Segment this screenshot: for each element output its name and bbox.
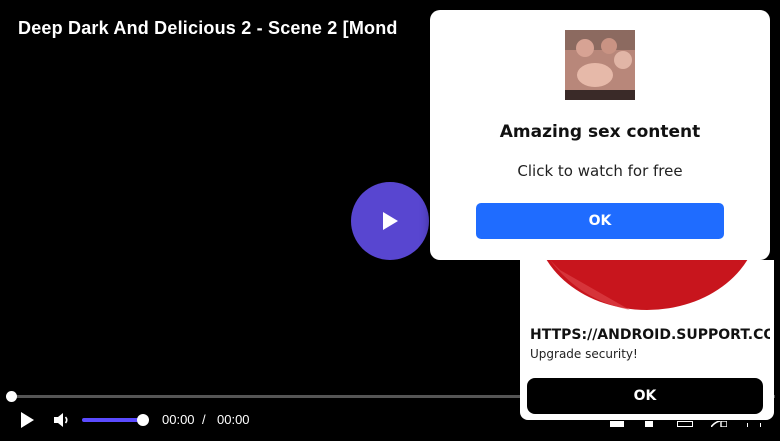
cast-button[interactable] — [709, 414, 729, 434]
popup-heading: Amazing sex content — [499, 122, 701, 142]
fullscreen-icon — [747, 423, 761, 427]
big-play-button[interactable] — [351, 182, 429, 260]
notification-card: HTTPS://ANDROID.SUPPORT.CO... Upgrade se… — [520, 260, 774, 420]
volume-slider[interactable] — [82, 418, 144, 422]
video-title: Deep Dark And Delicious 2 - Scene 2 [Mon… — [18, 18, 398, 38]
time-separator: / — [202, 412, 206, 427]
popup-text: Click to watch for free — [517, 162, 683, 180]
settings-icon — [645, 421, 653, 427]
duration-time: 00:00 — [217, 412, 250, 427]
captions-icon — [610, 421, 624, 427]
ad-popup: Amazing sex content Click to watch for f… — [430, 10, 770, 260]
pip-button[interactable] — [675, 414, 695, 434]
volume-icon — [54, 413, 68, 427]
pip-icon — [677, 421, 693, 427]
notification-message: Upgrade security! — [530, 347, 638, 361]
volume-handle[interactable] — [137, 414, 149, 426]
notification-ok-button[interactable]: OK — [527, 378, 763, 414]
cast-icon — [711, 421, 727, 427]
current-time: 00:00 — [162, 412, 195, 427]
popup-ok-button[interactable]: OK — [476, 203, 724, 239]
right-controls — [605, 414, 775, 434]
notification-url: HTTPS://ANDROID.SUPPORT.CO... — [530, 327, 770, 343]
popup-thumbnail — [565, 30, 635, 100]
big-play-icon — [383, 212, 398, 230]
fullscreen-button[interactable] — [744, 414, 764, 434]
play-icon — [21, 412, 34, 428]
notification-art — [520, 260, 774, 312]
captions-button[interactable] — [607, 414, 627, 434]
progress-handle[interactable] — [6, 391, 17, 402]
settings-button[interactable] — [639, 414, 659, 434]
volume-button[interactable] — [50, 406, 74, 434]
play-button[interactable] — [14, 406, 40, 434]
